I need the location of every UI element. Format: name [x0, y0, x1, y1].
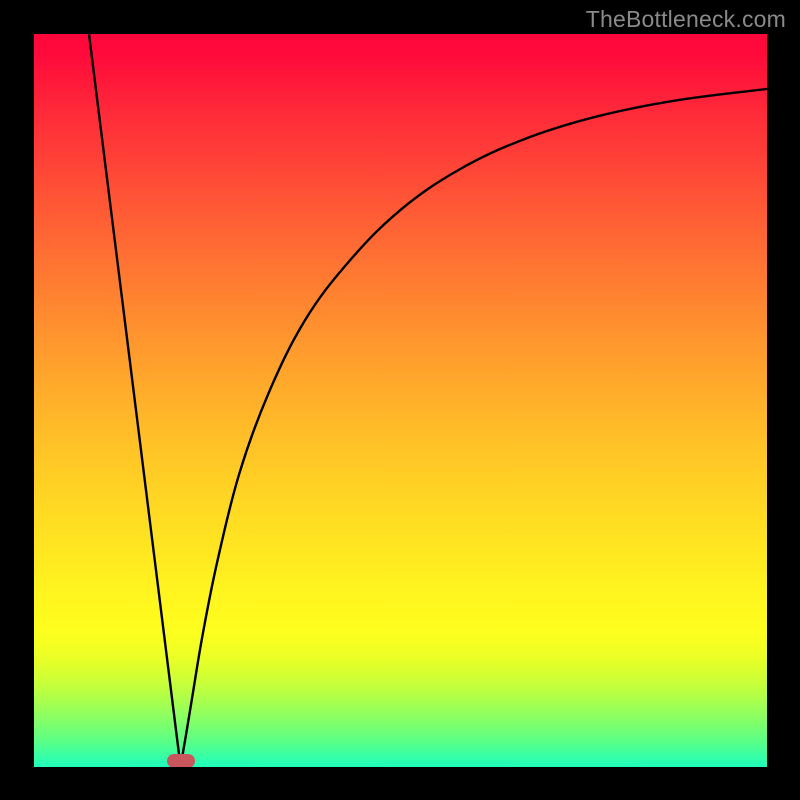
- plot-area: [34, 34, 767, 767]
- watermark-label: TheBottleneck.com: [586, 6, 786, 33]
- chart-stage: TheBottleneck.com: [0, 0, 800, 800]
- curve-svg: [34, 34, 767, 767]
- optimum-marker: [167, 754, 195, 767]
- bottleneck-curve: [89, 34, 767, 761]
